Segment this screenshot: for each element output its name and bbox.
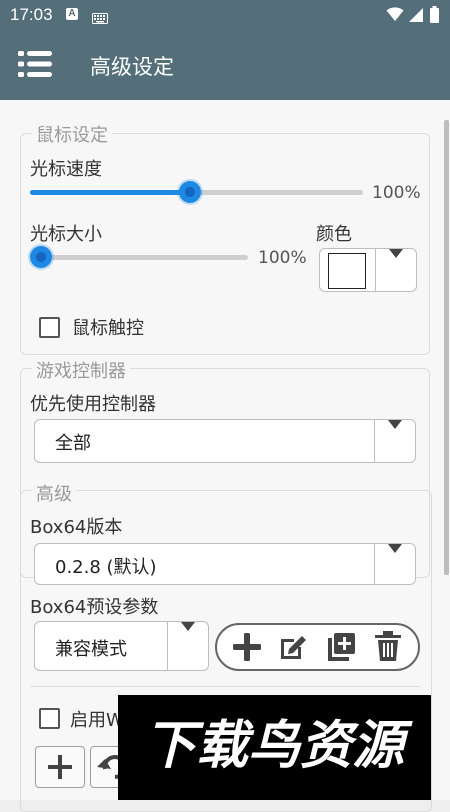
mouse-touch-label: 鼠标触控: [72, 318, 144, 339]
mouse-settings-legend: 鼠标设定: [32, 121, 112, 147]
box64-preset-label: Box64预设参数: [30, 597, 159, 618]
box64-version-value: 0.2.8 (默认): [55, 557, 157, 578]
enable-checkbox[interactable]: [39, 708, 60, 729]
add-button[interactable]: [35, 746, 85, 788]
duplicate-icon[interactable]: [325, 631, 357, 667]
advanced-divider: [30, 686, 420, 687]
enable-label: 启用W: [70, 710, 124, 731]
preferred-controller-select[interactable]: 全部: [34, 419, 416, 463]
game-controller-legend: 游戏控制器: [32, 357, 130, 383]
cursor-speed-value: 100%: [372, 183, 421, 203]
wifi-icon: [386, 6, 404, 26]
chevron-down-icon[interactable]: [375, 249, 416, 291]
cursor-size-label: 光标大小: [30, 224, 102, 245]
keyboard-icon: [92, 9, 108, 28]
mouse-touch-checkbox[interactable]: [39, 317, 60, 338]
color-picker[interactable]: [319, 248, 417, 292]
cursor-speed-slider[interactable]: [30, 181, 363, 203]
delete-icon[interactable]: [373, 630, 403, 666]
cursor-size-slider-thumb[interactable]: [30, 246, 52, 268]
hamburger-menu-icon[interactable]: [18, 50, 52, 82]
cursor-size-value: 100%: [258, 248, 307, 268]
cursor-speed-slider-thumb[interactable]: [178, 181, 201, 203]
chevron-down-icon[interactable]: [167, 622, 208, 670]
add-icon[interactable]: [231, 631, 263, 667]
scrollbar[interactable]: [444, 120, 449, 575]
chevron-down-icon[interactable]: [374, 544, 415, 584]
preferred-controller-value: 全部: [55, 433, 91, 454]
signal-icon: [408, 7, 424, 27]
preferred-controller-label: 优先使用控制器: [30, 394, 156, 415]
cursor-size-slider[interactable]: [30, 246, 248, 268]
preset-toolbar: [215, 623, 420, 671]
color-swatch: [328, 253, 366, 289]
status-time: 17:03: [10, 5, 53, 24]
color-label: 颜色: [316, 224, 352, 245]
status-bar: 17:03 A: [0, 0, 450, 30]
watermark-logo: 下载鸟资源: [118, 695, 431, 800]
a-notification-icon: A: [66, 8, 78, 20]
svg-text:下载鸟资源: 下载鸟资源: [144, 716, 413, 776]
app-bar: 高级设定: [0, 30, 450, 100]
box64-version-label: Box64版本: [30, 517, 123, 538]
advanced-legend: 高级: [32, 480, 76, 506]
box64-preset-value: 兼容模式: [55, 639, 127, 660]
edit-icon[interactable]: [277, 631, 309, 667]
box64-version-select[interactable]: 0.2.8 (默认): [34, 543, 416, 585]
cursor-speed-label: 光标速度: [30, 159, 102, 180]
box64-preset-select[interactable]: 兼容模式: [34, 621, 209, 671]
page-title: 高级设定: [90, 55, 174, 79]
cursor-speed-slider-fill: [30, 190, 190, 195]
chevron-down-icon[interactable]: [374, 420, 415, 462]
battery-icon: [430, 6, 439, 27]
